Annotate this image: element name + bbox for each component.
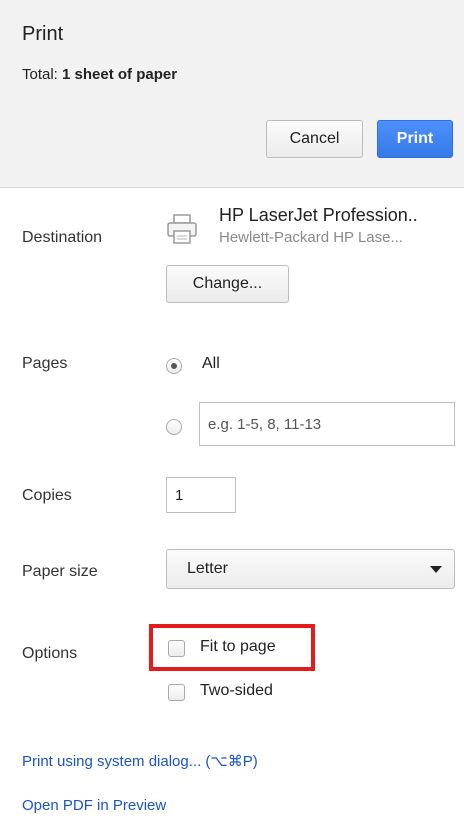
printer-name: HP LaserJet Profession.. — [219, 205, 418, 225]
options-label: Options — [22, 645, 78, 662]
destination-label: Destination — [22, 229, 103, 246]
chevron-down-icon — [430, 566, 442, 573]
total-label: Total: — [22, 66, 58, 83]
pages-range-input[interactable] — [199, 402, 455, 446]
copies-input[interactable] — [166, 477, 236, 513]
paper-size-label: Paper size — [22, 563, 98, 580]
copies-label: Copies — [22, 487, 72, 504]
paper-size-value: Letter — [187, 560, 228, 577]
fit-to-page-checkbox[interactable] — [168, 640, 185, 657]
pages-range-radio[interactable] — [166, 419, 182, 435]
fit-to-page-label[interactable]: Fit to page — [200, 638, 276, 656]
printer-model: Hewlett-Packard HP Lase... — [219, 229, 403, 246]
total-value: 1 sheet of paper — [62, 66, 178, 83]
pages-all-radio[interactable] — [166, 358, 182, 374]
two-sided-checkbox[interactable] — [168, 684, 185, 701]
print-header: Print Total: 1 sheet of paper Cancel Pri… — [0, 0, 464, 188]
open-pdf-link[interactable]: Open PDF in Preview — [22, 797, 166, 814]
print-button[interactable]: Print — [377, 120, 453, 158]
system-dialog-link[interactable]: Print using system dialog... (⌥⌘P) — [22, 752, 258, 770]
paper-size-select[interactable]: Letter — [166, 549, 455, 589]
total-sheets: Total: 1 sheet of paper — [22, 66, 177, 83]
two-sided-label[interactable]: Two-sided — [200, 682, 273, 700]
change-destination-button[interactable]: Change... — [166, 265, 289, 303]
printer-icon — [165, 212, 199, 246]
pages-all-label: All — [202, 355, 220, 372]
cancel-button[interactable]: Cancel — [266, 120, 363, 158]
page-title: Print — [22, 23, 64, 45]
pages-label: Pages — [22, 355, 68, 372]
